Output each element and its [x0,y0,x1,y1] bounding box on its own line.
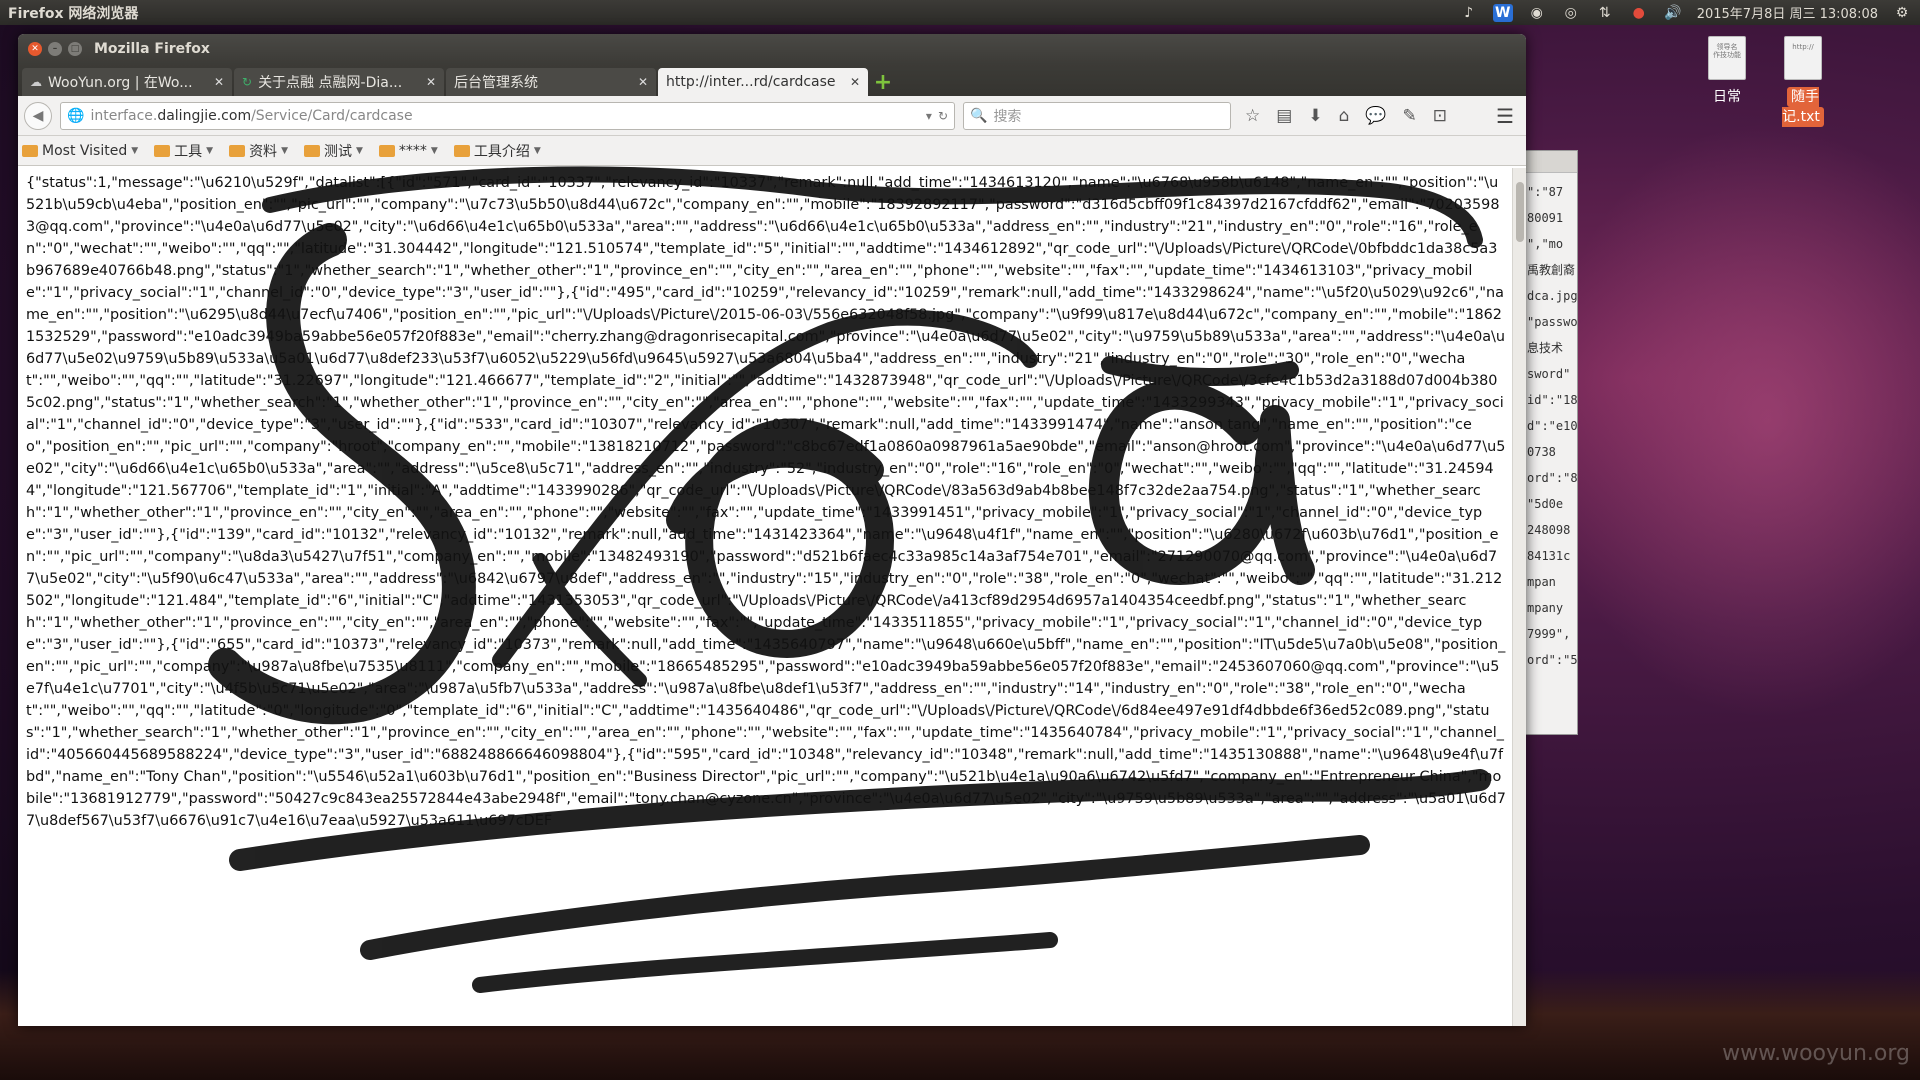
background-window-line: 禹教創裔 [1527,263,1576,277]
close-tab-icon[interactable]: ✕ [638,75,648,89]
chrome-icon[interactable]: ◎ [1561,4,1581,22]
background-window-line: sword" [1527,367,1571,381]
tab-cardcase[interactable]: http://inter...rd/cardcase ✕ [658,68,868,96]
desktop-glow [1540,120,1920,720]
background-window-line: 息技术 [1527,341,1564,355]
bookmark-tools[interactable]: 工具 ▼ [154,141,213,161]
folder-icon [453,144,470,157]
background-window-line: "passwor [1527,315,1578,329]
background-window-text: ":"87 80091 ","mo 禹教創裔 dca.jpg "passwor 息技术 swo… [1517,173,1577,673]
chat-icon[interactable]: 💬 [1365,106,1386,126]
tab-strip: ☁ WooYun.org | 在Wo... ✕ ↻ 关于点融 点融网-Dia..… [18,64,1526,96]
search-placeholder: 搜索 [993,108,1022,125]
tab-admin[interactable]: 后台管理系统 ✕ [446,68,656,96]
close-tab-icon[interactable]: ✕ [426,75,436,89]
background-window-toolbar [1517,151,1577,173]
maximize-window-button[interactable]: □ [68,42,82,56]
notification-icon[interactable]: ● [1629,4,1649,22]
folder-icon [303,144,320,157]
bookmark-hidden[interactable]: **** ▼ [378,143,438,159]
tab-label: WooYun.org | 在Wo... [48,75,193,91]
close-window-button[interactable]: ✕ [28,42,42,56]
background-window-line: 0738 [1527,445,1556,459]
menu-icon[interactable]: ☰ [1496,104,1520,128]
desktop-icon-notes[interactable]: http:// 随手记.txt [1768,36,1838,127]
url-bar[interactable]: 🌐 interface.dalingjie.com/Service/Card/c… [60,101,955,130]
gear-icon[interactable]: ⚙ [1892,4,1912,22]
scrollbar-thumb[interactable] [1516,182,1524,242]
network-icon[interactable]: ⇅ [1595,4,1615,22]
navigation-toolbar: ◀ 🌐 interface.dalingjie.com/Service/Card… [18,96,1526,136]
keyboard-input-icon[interactable]: ♪ [1459,4,1479,22]
desktop-icon-label: 随手记.txt [1782,87,1824,127]
bookmarks-toolbar: Most Visited ▼ 工具 ▼ 资料 ▼ 测试 ▼ **** ▼ 工具介绍 ▼ [18,136,1526,166]
vertical-scrollbar[interactable] [1512,168,1526,1026]
home-icon[interactable]: ⌂ [1339,106,1350,126]
bookmark-star-icon[interactable]: ☆ [1245,106,1260,126]
background-window-line: 7999", [1527,627,1571,641]
top-panel: Firefox 网络浏览器 ♪ W ◉ ◎ ⇅ ● 🔊 2015年7月8日 周三… [0,0,1920,25]
toolbar-icons: ☆ ▤ ⬇ ⌂ 💬 ✎ ⊡ [1245,106,1447,126]
folder-icon [378,144,395,157]
document-file-icon: 领导名 作技功能 [1708,36,1746,80]
system-tray: ♪ W ◉ ◎ ⇅ ● 🔊 2015年7月8日 周三 13:08:08 ⚙ [1459,3,1920,22]
bookmark-test[interactable]: 测试 ▼ [303,141,363,161]
download-icon[interactable]: ⬇ [1308,106,1322,126]
window-title: Mozilla Firefox [94,41,210,57]
background-window-line: ord":"8 [1527,471,1578,485]
background-window-line: 80091 [1527,211,1564,225]
close-tab-icon[interactable]: ✕ [214,75,224,89]
reading-list-icon[interactable]: ▤ [1276,106,1292,126]
wps-icon[interactable]: W [1492,3,1513,22]
tab-label: 后台管理系统 [454,75,538,91]
close-tab-icon[interactable]: ✕ [850,75,860,89]
volume-icon[interactable]: 🔊 [1663,4,1683,22]
background-window-line: ","mo [1527,237,1564,251]
window-titlebar: ✕ – □ Mozilla Firefox [18,34,1526,64]
background-window-line: "5d0e [1527,497,1564,511]
bookmark-materials[interactable]: 资料 ▼ [229,141,288,161]
crop-icon[interactable]: ⊡ [1433,106,1447,126]
clock[interactable]: 2015年7月8日 周三 13:08:08 [1697,3,1878,22]
reload-icon[interactable]: ↻ [938,109,948,123]
url-text: interface.dalingjie.com/Service/Card/car… [90,107,413,124]
background-window-line: d":"e10 [1527,419,1578,433]
tab-label: http://inter...rd/cardcase [666,74,836,90]
background-window-line: 84131c [1527,549,1571,563]
background-window-line: 248098 [1527,523,1571,537]
search-icon: 🔍 [970,107,988,124]
folder-icon [154,144,171,157]
desktop-icon-daily[interactable]: 领导名 作技功能 日常 [1692,36,1762,106]
background-window-line: dca.jpg [1527,289,1578,303]
desktop-icon-label: 日常 [1713,89,1741,105]
firefox-window: ✕ – □ Mozilla Firefox ☁ WooYun.org | 在Wo… [18,34,1526,1026]
json-response-text: {"status":1,"message":"\u6210\u529f","da… [26,175,1506,829]
bookmark-most-visited[interactable]: Most Visited ▼ [22,143,138,159]
search-bar[interactable]: 🔍 搜索 [963,101,1231,130]
eye-icon[interactable]: ◉ [1527,4,1547,22]
active-app-title: Firefox 网络浏览器 [8,5,139,22]
dropdown-arrow-icon[interactable]: ▾ [926,109,932,123]
text-file-icon: http:// [1784,36,1822,80]
tab-label: 关于点融 点融网-Dia... [258,75,403,91]
background-window-line: ord":"5 [1527,653,1578,667]
background-window-line: id":"184 [1527,393,1578,407]
tab-wooyun[interactable]: ☁ WooYun.org | 在Wo... ✕ [22,68,232,96]
folder-icon [229,144,246,157]
watermark: www.wooyun.org [1722,1041,1910,1066]
back-button[interactable]: ◀ [24,101,52,130]
background-window-line: mpan [1527,575,1556,589]
wooyun-favicon-icon: ☁ [30,75,42,89]
bookmark-tool-intro[interactable]: 工具介绍 ▼ [453,141,541,161]
folder-icon [22,144,38,157]
site-identity-icon[interactable]: 🌐 [67,108,84,124]
loading-favicon-icon: ↻ [242,75,253,89]
tab-dianrong[interactable]: ↻ 关于点融 点融网-Dia... ✕ [234,68,444,96]
minimize-window-button[interactable]: – [48,42,62,56]
background-window-line: ":"87 [1527,185,1564,199]
extension-icon[interactable]: ✎ [1403,106,1417,126]
page-content: {"status":1,"message":"\u6210\u529f","da… [18,168,1512,1026]
background-window-line: mpany [1527,601,1564,615]
new-tab-button[interactable]: + [870,68,896,96]
